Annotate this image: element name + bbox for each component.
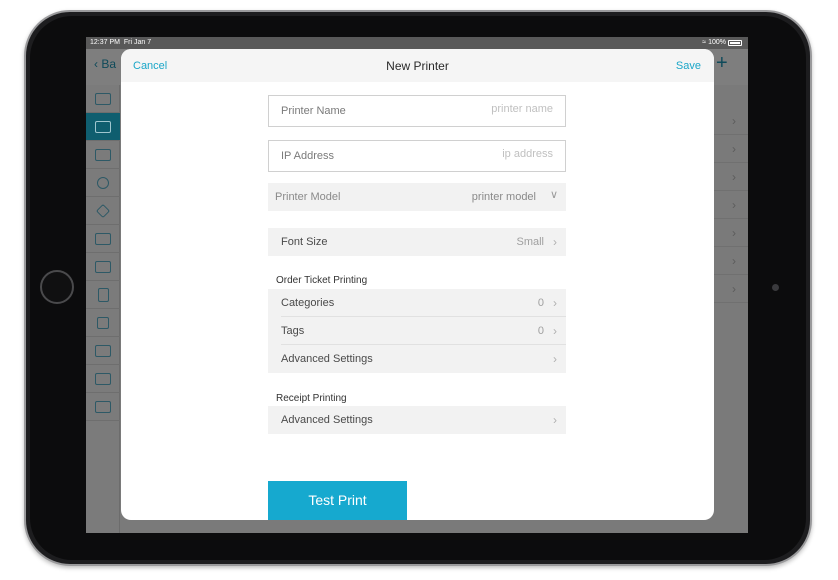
background-row: › [714, 163, 748, 191]
percent-icon [97, 316, 109, 329]
monitor-icon [95, 344, 111, 357]
ip-address-input[interactable] [393, 148, 553, 160]
printer-model-select[interactable]: Printer Model printer model ∨ [268, 183, 566, 211]
chevron-right-icon: › [553, 352, 557, 366]
categories-row[interactable]: Categories 0 › [268, 289, 566, 317]
font-size-row[interactable]: Font Size Small › [268, 228, 566, 256]
categories-count: 0 [537, 297, 544, 309]
tags-label: Tags [281, 325, 305, 337]
sidebar-item-drawer [86, 141, 120, 169]
tags-count: 0 [537, 325, 544, 337]
save-button[interactable]: Save [676, 60, 701, 72]
sidebar-item-display [86, 337, 120, 365]
modal-title: New Printer [386, 59, 449, 73]
categories-label: Categories [281, 297, 335, 309]
chevron-down-icon: ∨ [549, 189, 558, 201]
battery-icon [728, 40, 742, 46]
status-time: 12:37 PM Fri Jan 7 [90, 39, 152, 46]
battery-percent: 100% [708, 39, 726, 46]
background-row: › [714, 107, 748, 135]
status-bar: 12:37 PM Fri Jan 7 ≈ 100% [86, 37, 748, 49]
chevron-right-icon: › [553, 413, 557, 427]
chevron-right-icon: › [553, 324, 557, 338]
camera [772, 284, 779, 291]
sidebar-item-printers [86, 113, 120, 141]
test-print-button[interactable]: Test Print [268, 481, 407, 520]
screen: 12:37 PM Fri Jan 7 ≈ 100% ‹ Ba + › › › ›… [86, 37, 748, 533]
background-row: › [714, 247, 748, 275]
printer-model-value: printer model [471, 191, 536, 203]
font-size-value: Small [516, 236, 544, 248]
sidebar-item-discounts [86, 169, 120, 197]
background-back-button: ‹ Ba [94, 57, 117, 71]
printer-model-label: Printer Model [275, 191, 341, 203]
status-right: ≈ 100% [702, 37, 742, 49]
background-add-icon: + [716, 52, 728, 74]
order-advanced-settings-row[interactable]: Advanced Settings › [268, 345, 566, 373]
diamond-icon [95, 203, 111, 218]
font-size-label: Font Size [281, 236, 328, 248]
background-row: › [714, 275, 748, 303]
modal-nav-bar: Cancel New Printer Save [121, 49, 714, 82]
home-button[interactable] [40, 270, 74, 304]
chevron-right-icon: › [553, 235, 557, 249]
printer-name-label: Printer Name [281, 105, 346, 117]
receipt-advanced-settings-row[interactable]: Advanced Settings › [268, 406, 566, 434]
printer-name-input[interactable] [393, 103, 553, 115]
receipt-advanced-settings-label: Advanced Settings [281, 414, 373, 426]
badge-icon [97, 176, 109, 189]
users-icon [95, 232, 111, 245]
sidebar-item-reports-2 [86, 365, 120, 393]
background-sidebar [86, 85, 120, 533]
chart-icon [95, 400, 111, 413]
sidebar-item-tax [86, 309, 120, 337]
sidebar-item-reports [86, 85, 120, 113]
order-advanced-settings-label: Advanced Settings [281, 353, 373, 365]
ip-address-label: IP Address [281, 150, 334, 162]
wifi-icon: ≈ [702, 39, 707, 46]
printer-name-field[interactable]: Printer Name [268, 95, 566, 127]
clipboard-icon [97, 287, 109, 302]
sidebar-item-loyalty [86, 197, 120, 225]
chevron-right-icon: › [553, 296, 557, 310]
chevron-left-icon: ‹ [94, 57, 98, 71]
sidebar-item-gift [86, 253, 120, 281]
chart-icon [95, 92, 111, 105]
receipt-section-title: Receipt Printing [276, 393, 347, 404]
order-ticket-section-title: Order Ticket Printing [276, 275, 368, 286]
ip-address-field[interactable]: IP Address [268, 140, 566, 172]
chart-icon [95, 372, 111, 385]
background-row: › [714, 135, 748, 163]
background-row: › [714, 191, 748, 219]
sidebar-item-reports-3 [86, 393, 120, 421]
gift-icon [95, 260, 111, 273]
printer-icon [95, 120, 111, 133]
sidebar-item-users [86, 225, 120, 253]
new-printer-modal: Cancel New Printer Save Printer Name IP … [121, 49, 714, 520]
tags-row[interactable]: Tags 0 › [268, 317, 566, 345]
background-row: › [714, 219, 748, 247]
sidebar-item-clipboard [86, 281, 120, 309]
drawer-icon [95, 148, 111, 161]
background-list: › › › › › › › [714, 107, 748, 307]
